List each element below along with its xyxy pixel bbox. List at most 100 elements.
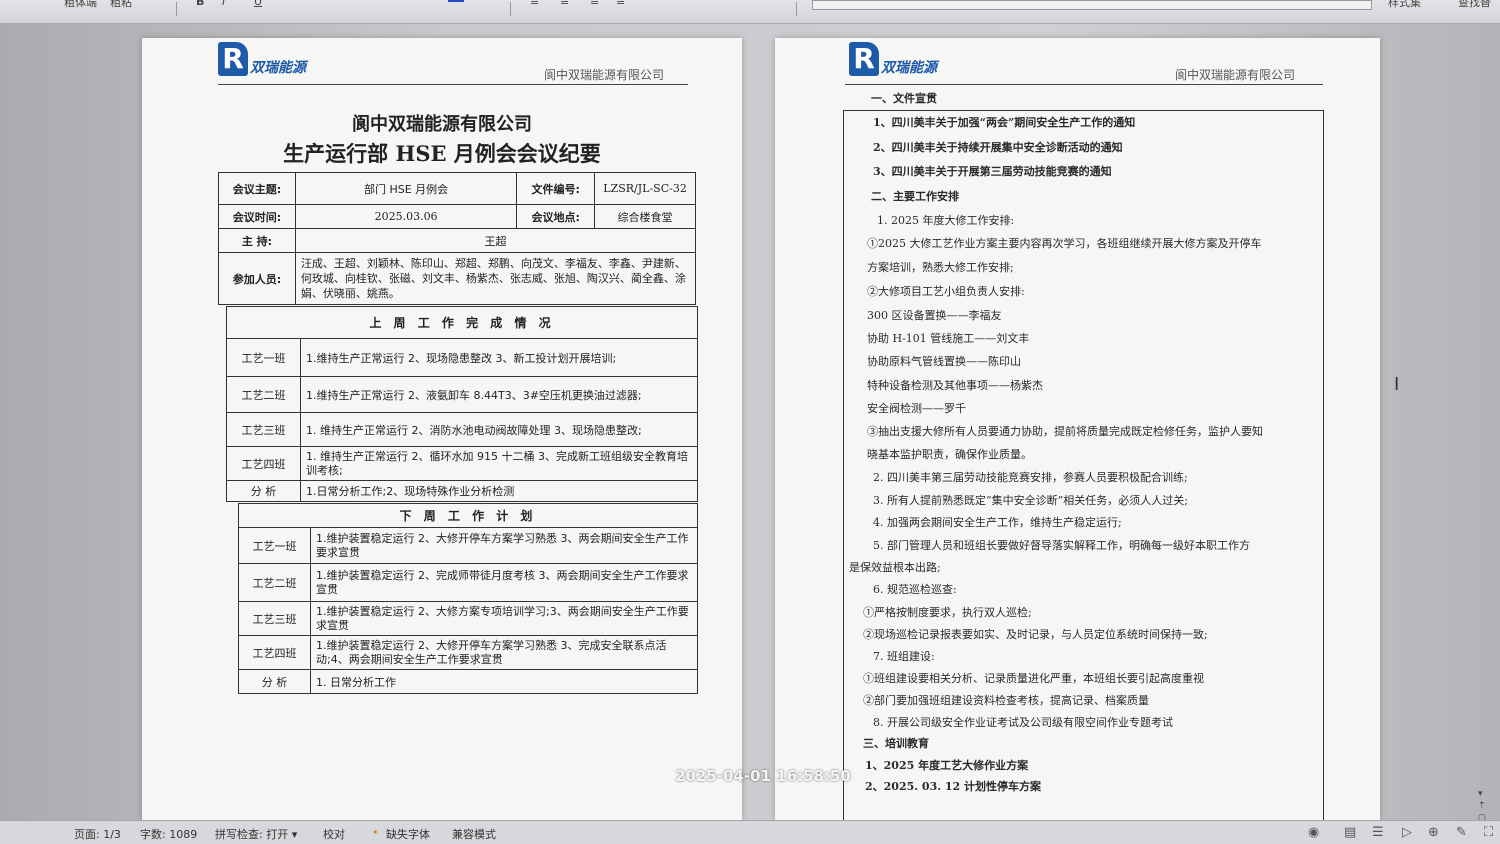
team-cell: 分 析 (238, 669, 311, 694)
content-line: 方案培训，熟悉大修工作安排; (867, 261, 1014, 274)
content-cell: 1.维持生产正常运行 2、液氨卸车 8.44T3、3#空压机更换油过滤器; (300, 376, 698, 413)
logo-text: 双瑞能源 (881, 60, 937, 76)
content-cell: 1. 维持生产正常运行 2、消防水池电动阀故障处理 3、现场隐患整改; (300, 412, 698, 447)
doc-no-value: LZSR/JL-SC-32 (594, 172, 696, 205)
bold-icon[interactable]: B (196, 0, 204, 10)
table-row: 工艺四班 1.维护装置稳定运行 2、大修开停车方案学习熟悉 3、完成安全联系点活… (238, 635, 698, 670)
company-logo: R 双瑞能源 (218, 42, 306, 76)
content-line: 3. 所有人提前熟悉既定“集中安全诊断”相关任务，必须人人过关; (873, 494, 1188, 507)
header-rule (845, 84, 1323, 85)
section-heading: 二、主要工作安排 (871, 190, 959, 203)
web-view-icon[interactable]: ⊕ (1428, 825, 1439, 840)
outline-view-icon[interactable]: ☰ (1372, 825, 1384, 840)
content-cell: 1. 日常分析工作 (310, 669, 698, 694)
ribbon-style-item[interactable]: 粗体端 (64, 0, 97, 11)
team-cell: 工艺四班 (226, 446, 301, 481)
content-line: 特种设备检测及其他事项——杨紫杰 (867, 379, 1043, 392)
doc-no-label: 文件编号: (516, 172, 596, 205)
page-view-icon[interactable]: ▤ (1344, 825, 1356, 840)
content-line: 4. 加强两会期间安全生产工作，维持生产稳定运行; (873, 516, 1122, 529)
content-line: 2、2025. 03. 12 计划性停车方案 (865, 780, 1042, 793)
attendees-label: 参加人员: (218, 252, 296, 305)
table-row: 工艺四班 1. 维持生产正常运行 2、循环水加 915 十二桶 3、完成新工班组… (226, 446, 698, 481)
fullscreen-icon[interactable]: ⛶ (1484, 825, 1493, 840)
document-workspace[interactable]: R 双瑞能源 阆中双瑞能源有限公司 阆中双瑞能源有限公司 生产运行部 HSE 月… (0, 24, 1500, 835)
align-left-icon[interactable]: ≡ (530, 0, 539, 10)
table-row: 工艺二班 1.维护装置稳定运行 2、完成师带徒月度考核 3、两会期间安全生产工作… (238, 563, 698, 602)
find-replace-button[interactable]: 查找替 (1458, 0, 1491, 11)
underline-icon[interactable]: U (254, 0, 262, 10)
minutes-title: 生产运行部 HSE 月例会会议纪要 (283, 141, 601, 166)
ribbon-style-item[interactable]: 粗粘 (110, 0, 132, 11)
font-color-icon[interactable] (448, 0, 464, 2)
content-line: ②现场巡检记录报表要如实、及时记录，与人员定位系统时间保持一致; (863, 628, 1208, 641)
team-cell: 工艺二班 (238, 563, 311, 602)
proofread-button[interactable]: 校对 (323, 826, 345, 842)
page-indicator[interactable]: 页面: 1/3 (74, 826, 121, 842)
attendees-value: 汪成、王超、刘颖林、陈印山、郑超、郑鹏、向茂文、李福友、李鑫、尹建新、何玫城、向… (294, 252, 697, 305)
team-cell: 分 析 (226, 480, 301, 502)
content-line: ①严格按制度要求，执行双人巡检; (863, 606, 1032, 619)
missing-font-button[interactable]: 缺失字体 (386, 826, 430, 842)
style-set-button[interactable]: 样式集 (1388, 0, 1421, 11)
content-line: 协助原料气管线置换——陈印山 (867, 355, 1021, 368)
host-label: 主 持: (218, 228, 296, 253)
next-week-table: 下 周 工 作 计 划 工艺一班 1.维护装置稳定运行 2、大修开停车方案学习熟… (238, 503, 698, 694)
ribbon-toolbar: 粗体端 粗粘 B I U ≡ ≡ ≡ ≡ 样式集 查找替 (0, 0, 1500, 24)
header-company: 阆中双瑞能源有限公司 (544, 68, 665, 82)
align-right-icon[interactable]: ≡ (590, 0, 599, 10)
compat-mode-label: 兼容模式 (452, 828, 496, 841)
team-cell: 工艺三班 (226, 412, 301, 447)
style-gallery[interactable] (812, 0, 1372, 10)
warning-icon: • (372, 826, 379, 839)
content-line: 7. 班组建设: (873, 650, 935, 663)
ribbon-separator (176, 2, 177, 16)
place-label: 会议地点: (516, 204, 596, 229)
logo-text: 双瑞能源 (250, 60, 306, 76)
header-company: 阆中双瑞能源有限公司 (1175, 68, 1296, 82)
section-heading: 一、文件宣贯 (871, 92, 937, 105)
content-cell: 1.维护装置稳定运行 2、大修开停车方案学习熟悉 3、两会期间安全生产工作要求宣… (310, 527, 698, 564)
document-page-1[interactable]: R 双瑞能源 阆中双瑞能源有限公司 阆中双瑞能源有限公司 生产运行部 HSE 月… (142, 38, 742, 820)
meeting-info-table: 会议主题: 部门 HSE 月例会 文件编号: LZSR/JL-SC-32 会议时… (218, 172, 697, 305)
content-line: 2、四川美丰关于持续开展集中安全诊断活动的通知 (873, 141, 1123, 154)
content-line: 1、2025 年度工艺大修作业方案 (865, 759, 1029, 772)
content-line: ②大修项目工艺小组负责人安排: (867, 285, 1025, 298)
content-line: 8. 开展公司级安全作业证考试及公司级有限空间作业专题考试 (873, 716, 1173, 729)
word-count[interactable]: 字数: 1089 (140, 826, 197, 842)
content-line: 是保效益根本出路; (849, 561, 941, 574)
content-line: 6. 规范巡检巡查: (873, 583, 957, 596)
content-cell: 1.维护装置稳定运行 2、大修方案专项培训学习;3、两会期间安全生产工作要求宣贯 (310, 601, 698, 636)
content-line: ②部门要加强班组建设资料检查考核，提高记录、档案质量 (863, 694, 1149, 707)
topic-value: 部门 HSE 月例会 (294, 172, 518, 205)
time-label: 会议时间: (218, 204, 296, 229)
team-cell: 工艺一班 (226, 338, 301, 377)
pen-icon[interactable]: ✎ (1456, 825, 1467, 840)
content-line: ①2025 大修工艺作业方案主要内容再次学习，各班组继续开展大修方案及开停车 (867, 237, 1262, 250)
section-heading: 三、培训教育 (863, 737, 929, 750)
ribbon-separator (510, 2, 511, 16)
play-icon[interactable]: ▷ (1402, 825, 1412, 840)
logo-mark-icon: R (218, 42, 248, 76)
content-cell: 1.维持生产正常运行 2、现场隐患整改 3、新工投计划开展培训; (300, 338, 698, 377)
justify-icon[interactable]: ≡ (616, 0, 625, 10)
content-line: 协助 H-101 管线施工——刘文丰 (867, 332, 1030, 345)
team-cell: 工艺四班 (238, 635, 311, 670)
team-cell: 工艺二班 (226, 376, 301, 413)
next-week-heading: 下 周 工 作 计 划 (238, 503, 698, 528)
content-line: 晓基本监护职责，确保作业质量。 (867, 448, 1032, 461)
align-center-icon[interactable]: ≡ (560, 0, 569, 10)
spell-check-toggle[interactable]: 拼写检查: 打开 ▾ (215, 826, 297, 842)
content-cell: 1.日常分析工作;2、现场特殊作业分析检测 (300, 480, 698, 502)
header-rule (218, 84, 688, 85)
document-page-2[interactable]: R 双瑞能源 阆中双瑞能源有限公司 一、文件宣贯 1、四川美丰关于加强“两会”期… (775, 38, 1380, 822)
italic-icon[interactable]: I (222, 0, 225, 10)
table-row: 工艺三班 1. 维持生产正常运行 2、消防水池电动阀故障处理 3、现场隐患整改; (226, 412, 698, 447)
eye-protect-icon[interactable]: ◉ (1308, 825, 1319, 840)
table-row: 工艺二班 1.维持生产正常运行 2、液氨卸车 8.44T3、3#空压机更换油过滤… (226, 376, 698, 413)
photo-timestamp: 2025-04-01 16:58:50 (675, 767, 851, 785)
company-logo: R 双瑞能源 (849, 42, 937, 76)
content-cell: 1. 维持生产正常运行 2、循环水加 915 十二桶 3、完成新工班组级安全教育… (300, 446, 698, 481)
table-row: 分 析 1. 日常分析工作 (238, 669, 698, 694)
table-row: 工艺三班 1.维护装置稳定运行 2、大修方案专项培训学习;3、两会期间安全生产工… (238, 601, 698, 636)
